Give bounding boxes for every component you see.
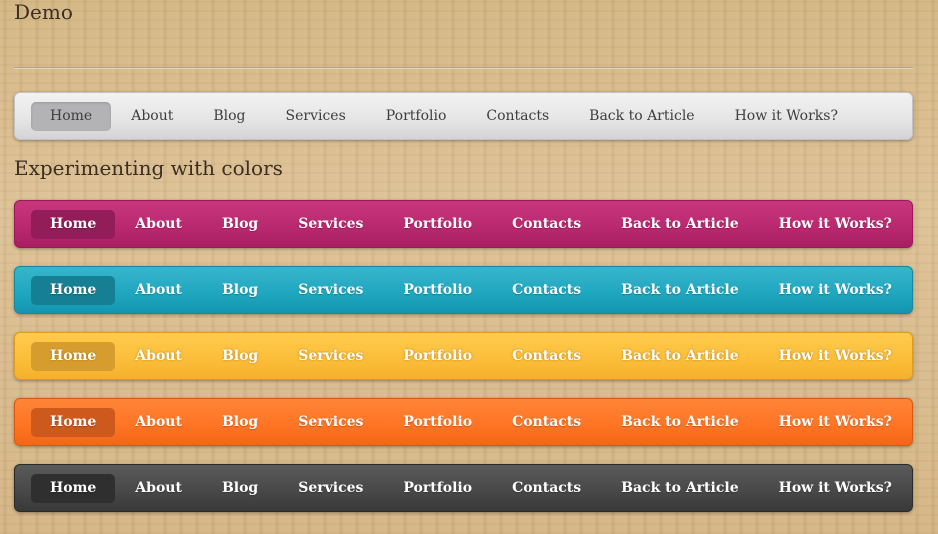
nav-item-services[interactable]: Services [278,276,383,305]
nav-item-contacts[interactable]: Contacts [492,408,601,437]
nav-item-home[interactable]: Home [31,275,116,305]
nav-item-home[interactable]: Home [31,407,116,437]
nav-bar-yellow: Home About Blog Services Portfolio Conta… [14,332,913,380]
nav-item-how-it-works[interactable]: How it Works? [759,342,912,371]
nav-item-how-it-works[interactable]: How it Works? [759,210,912,239]
nav-bar-orange: Home About Blog Services Portfolio Conta… [14,398,913,446]
nav-item-about[interactable]: About [115,276,202,305]
nav-item-about[interactable]: About [115,474,202,503]
nav-item-blog[interactable]: Blog [202,210,278,239]
nav-item-how-it-works[interactable]: How it Works? [759,276,912,305]
nav-item-back-to-article[interactable]: Back to Article [601,210,758,239]
nav-bar-gray: Home About Blog Services Portfolio Conta… [14,92,913,140]
nav-item-portfolio[interactable]: Portfolio [383,342,492,371]
nav-item-back-to-article[interactable]: Back to Article [569,102,714,131]
nav-item-contacts[interactable]: Contacts [492,276,601,305]
nav-item-services[interactable]: Services [278,210,383,239]
nav-item-portfolio[interactable]: Portfolio [383,408,492,437]
nav-item-portfolio[interactable]: Portfolio [383,276,492,305]
nav-item-about[interactable]: About [115,408,202,437]
nav-item-about[interactable]: About [111,102,193,131]
nav-item-back-to-article[interactable]: Back to Article [601,408,758,437]
nav-item-contacts[interactable]: Contacts [492,342,601,371]
nav-item-back-to-article[interactable]: Back to Article [601,342,758,371]
nav-item-portfolio[interactable]: Portfolio [366,102,467,131]
nav-item-services[interactable]: Services [278,474,383,503]
nav-item-blog[interactable]: Blog [202,342,278,371]
demo-title: Demo [14,0,73,24]
nav-item-blog[interactable]: Blog [193,102,265,131]
nav-item-blog[interactable]: Blog [202,276,278,305]
nav-item-blog[interactable]: Blog [202,474,278,503]
nav-item-back-to-article[interactable]: Back to Article [601,276,758,305]
nav-item-home[interactable]: Home [31,101,112,131]
nav-item-how-it-works[interactable]: How it Works? [715,102,858,131]
nav-item-services[interactable]: Services [278,408,383,437]
nav-item-portfolio[interactable]: Portfolio [383,210,492,239]
nav-item-home[interactable]: Home [31,341,116,371]
nav-item-about[interactable]: About [115,342,202,371]
nav-item-home[interactable]: Home [31,209,116,239]
nav-item-contacts[interactable]: Contacts [466,102,569,131]
nav-item-blog[interactable]: Blog [202,408,278,437]
nav-item-back-to-article[interactable]: Back to Article [601,474,758,503]
nav-item-about[interactable]: About [115,210,202,239]
nav-item-how-it-works[interactable]: How it Works? [759,474,912,503]
section-title: Experimenting with colors [14,156,283,180]
nav-item-portfolio[interactable]: Portfolio [383,474,492,503]
divider [14,67,913,69]
nav-item-services[interactable]: Services [266,102,366,131]
nav-bar-pink: Home About Blog Services Portfolio Conta… [14,200,913,248]
nav-bar-teal: Home About Blog Services Portfolio Conta… [14,266,913,314]
nav-item-contacts[interactable]: Contacts [492,474,601,503]
nav-bar-dark: Home About Blog Services Portfolio Conta… [14,464,913,512]
nav-item-home[interactable]: Home [31,473,116,503]
nav-item-contacts[interactable]: Contacts [492,210,601,239]
nav-item-how-it-works[interactable]: How it Works? [759,408,912,437]
nav-item-services[interactable]: Services [278,342,383,371]
